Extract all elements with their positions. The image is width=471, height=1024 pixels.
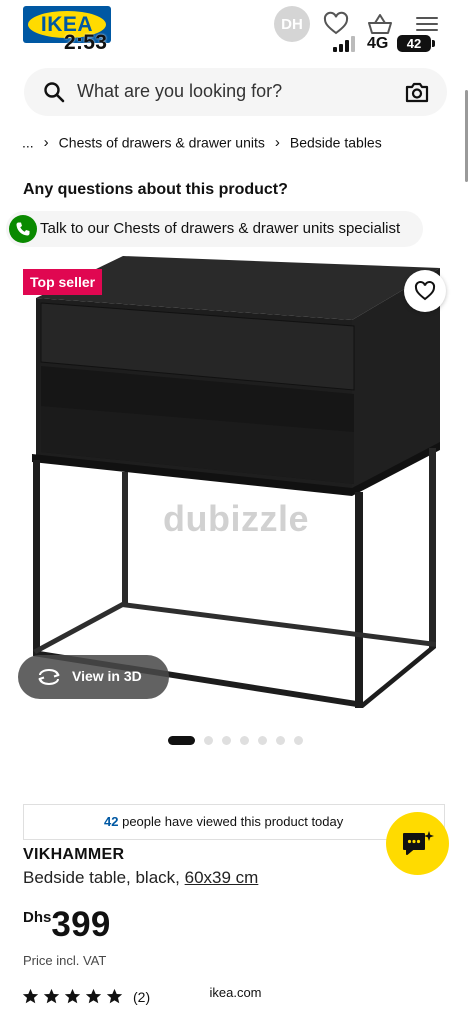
carousel-dot-5[interactable] <box>258 735 267 745</box>
carousel-dot-7[interactable] <box>294 735 303 745</box>
specialist-chat-button[interactable]: Talk to our Chests of drawers & drawer u… <box>6 211 423 247</box>
heart-icon <box>414 280 436 301</box>
chat-assistant-button[interactable] <box>386 812 449 875</box>
view-in-3d-button[interactable]: View in 3D <box>18 655 169 699</box>
status-time: 2:53 <box>64 31 108 54</box>
phone-icon <box>9 215 37 243</box>
viewers-notice: 42 people have viewed this product today <box>23 804 445 840</box>
top-seller-badge: Top seller <box>23 269 103 295</box>
battery-level: 42 <box>397 35 431 52</box>
menu-icon[interactable] <box>413 10 441 38</box>
search-input[interactable]: What are you looking for? <box>77 81 282 102</box>
carousel-dot-2[interactable] <box>204 735 213 745</box>
carousel-dot-4[interactable] <box>240 735 249 745</box>
specialist-chat-label: Talk to our Chests of drawers & drawer u… <box>40 220 401 237</box>
search-bar[interactable]: What are you looking for? <box>24 68 447 116</box>
breadcrumb-chests-of-drawers[interactable]: Chests of drawers & drawer units <box>59 134 265 150</box>
carousel-dot-3[interactable] <box>222 735 231 745</box>
viewers-count: 42 <box>104 814 119 829</box>
viewers-text-row: 42 people have viewed this product today <box>104 814 343 829</box>
watermark: dubizzle <box>163 498 309 539</box>
battery-icon <box>432 40 435 47</box>
product-dimensions-link[interactable]: 60x39 cm <box>185 868 259 887</box>
carousel-indicator <box>168 735 312 745</box>
price-currency: Dhs <box>23 909 52 926</box>
questions-heading: Any questions about this product? <box>23 181 288 198</box>
price: Dhs399 <box>23 905 111 945</box>
rotate-3d-icon <box>38 669 60 685</box>
view-in-3d-label: View in 3D <box>72 668 142 684</box>
product-image[interactable] <box>0 256 471 716</box>
vat-note: Price incl. VAT <box>23 953 107 968</box>
carousel-dot-6[interactable] <box>276 735 285 745</box>
breadcrumb-bedside-tables[interactable]: Bedside tables <box>290 134 382 150</box>
breadcrumb-ellipsis[interactable]: ... <box>22 134 34 150</box>
product-description: Bedside table, black, <box>23 868 180 887</box>
user-avatar[interactable]: DH <box>274 6 310 42</box>
heart-icon[interactable] <box>322 10 350 38</box>
chat-sparkle-icon <box>402 830 434 855</box>
shopping-bag-icon[interactable] <box>366 10 394 38</box>
search-icon <box>44 82 65 103</box>
chevron-right-icon: › <box>274 133 280 151</box>
scrollbar[interactable] <box>465 90 468 182</box>
viewers-text: people have viewed this product today <box>122 814 344 829</box>
camera-icon[interactable] <box>405 81 429 103</box>
favourite-button[interactable] <box>404 270 446 312</box>
product-name: VIKHAMMER <box>23 846 125 863</box>
breadcrumb: ... › Chests of drawers & drawer units › Bed… <box>22 133 382 151</box>
price-amount: 399 <box>51 905 111 944</box>
signal-icon <box>333 36 355 52</box>
product-description-row: Bedside table, black, 60x39 cm <box>23 868 258 888</box>
carousel-dot-1[interactable] <box>168 735 195 745</box>
network-type: 4G <box>367 35 389 52</box>
page-domain: ikea.com <box>209 985 262 1000</box>
bedside-table-image <box>32 256 440 708</box>
chevron-right-icon: › <box>43 133 49 151</box>
